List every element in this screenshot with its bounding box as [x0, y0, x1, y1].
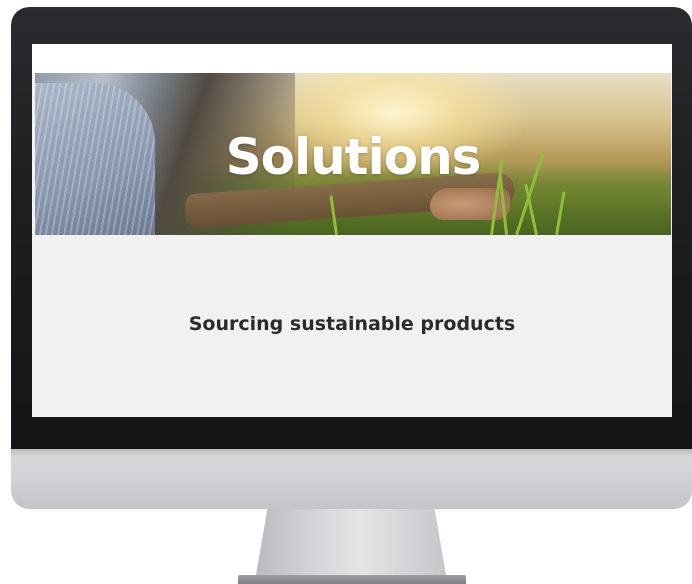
monitor: Solutions Sourcing sustainable products — [11, 7, 692, 509]
monitor-chin — [11, 449, 692, 509]
content-area: Sourcing sustainable products — [32, 242, 672, 417]
screen-topbar — [32, 44, 672, 73]
stage: Solutions Sourcing sustainable products — [0, 0, 692, 584]
chin-shade — [11, 449, 692, 457]
monitor-stand-base — [238, 575, 466, 584]
page-subtitle: Sourcing sustainable products — [188, 313, 516, 335]
monitor-stand-neck — [256, 509, 446, 575]
screen: Solutions Sourcing sustainable products — [32, 44, 672, 417]
hero-banner: Solutions — [35, 73, 671, 235]
hero-title: Solutions — [225, 128, 482, 186]
